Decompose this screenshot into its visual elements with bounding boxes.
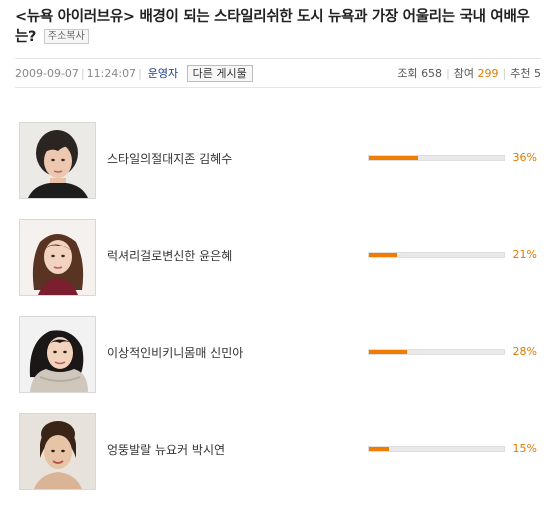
poll-item: 엉뚱발랄 뉴요커 박시연 15%	[15, 413, 541, 510]
result-bar	[368, 252, 505, 258]
portrait-updo-icon	[19, 413, 96, 490]
article-title: <뉴욕 아이러브유> 배경이 되는 스타일리쉬한 도시 뉴욕과 가장 어울리는 …	[15, 7, 540, 47]
result-percent: 36%	[512, 151, 537, 164]
views-count: 658	[421, 67, 443, 80]
recommend-label: 추천	[510, 67, 531, 80]
result-bar	[368, 446, 505, 452]
poll-item: 럭셔리걸로변신한 윤은혜 21%	[15, 219, 541, 316]
poll-item: 스타일의절대지존 김혜수 36%	[15, 122, 541, 219]
result-percent: 15%	[512, 442, 537, 455]
result-bar	[368, 349, 505, 355]
result-bar-fill	[369, 156, 418, 160]
post-date: 2009-09-07	[15, 67, 79, 80]
candidate-name[interactable]: 스타일의절대지존 김혜수	[107, 150, 232, 167]
article-title-text: <뉴욕 아이러브유> 배경이 되는 스타일리쉬한 도시 뉴욕과 가장 어울리는 …	[15, 9, 530, 45]
post-info: 2009-09-07 | 11:24:07 | 운영자 다른 게시물	[15, 59, 253, 89]
author-link[interactable]: 운영자	[148, 67, 178, 80]
candidate-name[interactable]: 엉뚱발랄 뉴요커 박시연	[107, 441, 225, 458]
result-percent: 28%	[512, 345, 537, 358]
copy-address-button[interactable]: 주소복사	[43, 29, 89, 44]
poll-results: 스타일의절대지존 김혜수 36% 럭셔리걸로변신한 윤은혜 21% 이상적인비키…	[15, 122, 541, 510]
participants-label: 참여	[453, 67, 475, 80]
recommend-count: 5	[534, 67, 541, 80]
views-label: 조회	[397, 67, 418, 80]
participants-count: 299	[477, 67, 499, 80]
portrait-scarf-icon	[19, 316, 96, 393]
result-bar-fill	[369, 447, 390, 451]
portrait-long-hair-icon	[19, 219, 96, 296]
post-stats: 조회 658 | 참여 299 | 추천 5	[397, 67, 541, 80]
result-bar-fill	[369, 253, 398, 257]
other-posts-button[interactable]: 다른 게시물	[186, 65, 253, 82]
poll-item: 이상적인비키니몸매 신민아 28%	[15, 316, 541, 413]
post-meta-bar: 2009-09-07 | 11:24:07 | 운영자 다른 게시물 조회 658 | 참여…	[15, 58, 541, 88]
portrait-short-hair-icon	[19, 122, 96, 199]
result-bar-fill	[369, 350, 407, 354]
result-percent: 21%	[512, 248, 537, 261]
result-bar	[368, 155, 505, 161]
candidate-name[interactable]: 럭셔리걸로변신한 윤은혜	[107, 247, 232, 264]
candidate-name[interactable]: 이상적인비키니몸매 신민아	[107, 344, 243, 361]
post-time: 11:24:07	[86, 67, 137, 80]
